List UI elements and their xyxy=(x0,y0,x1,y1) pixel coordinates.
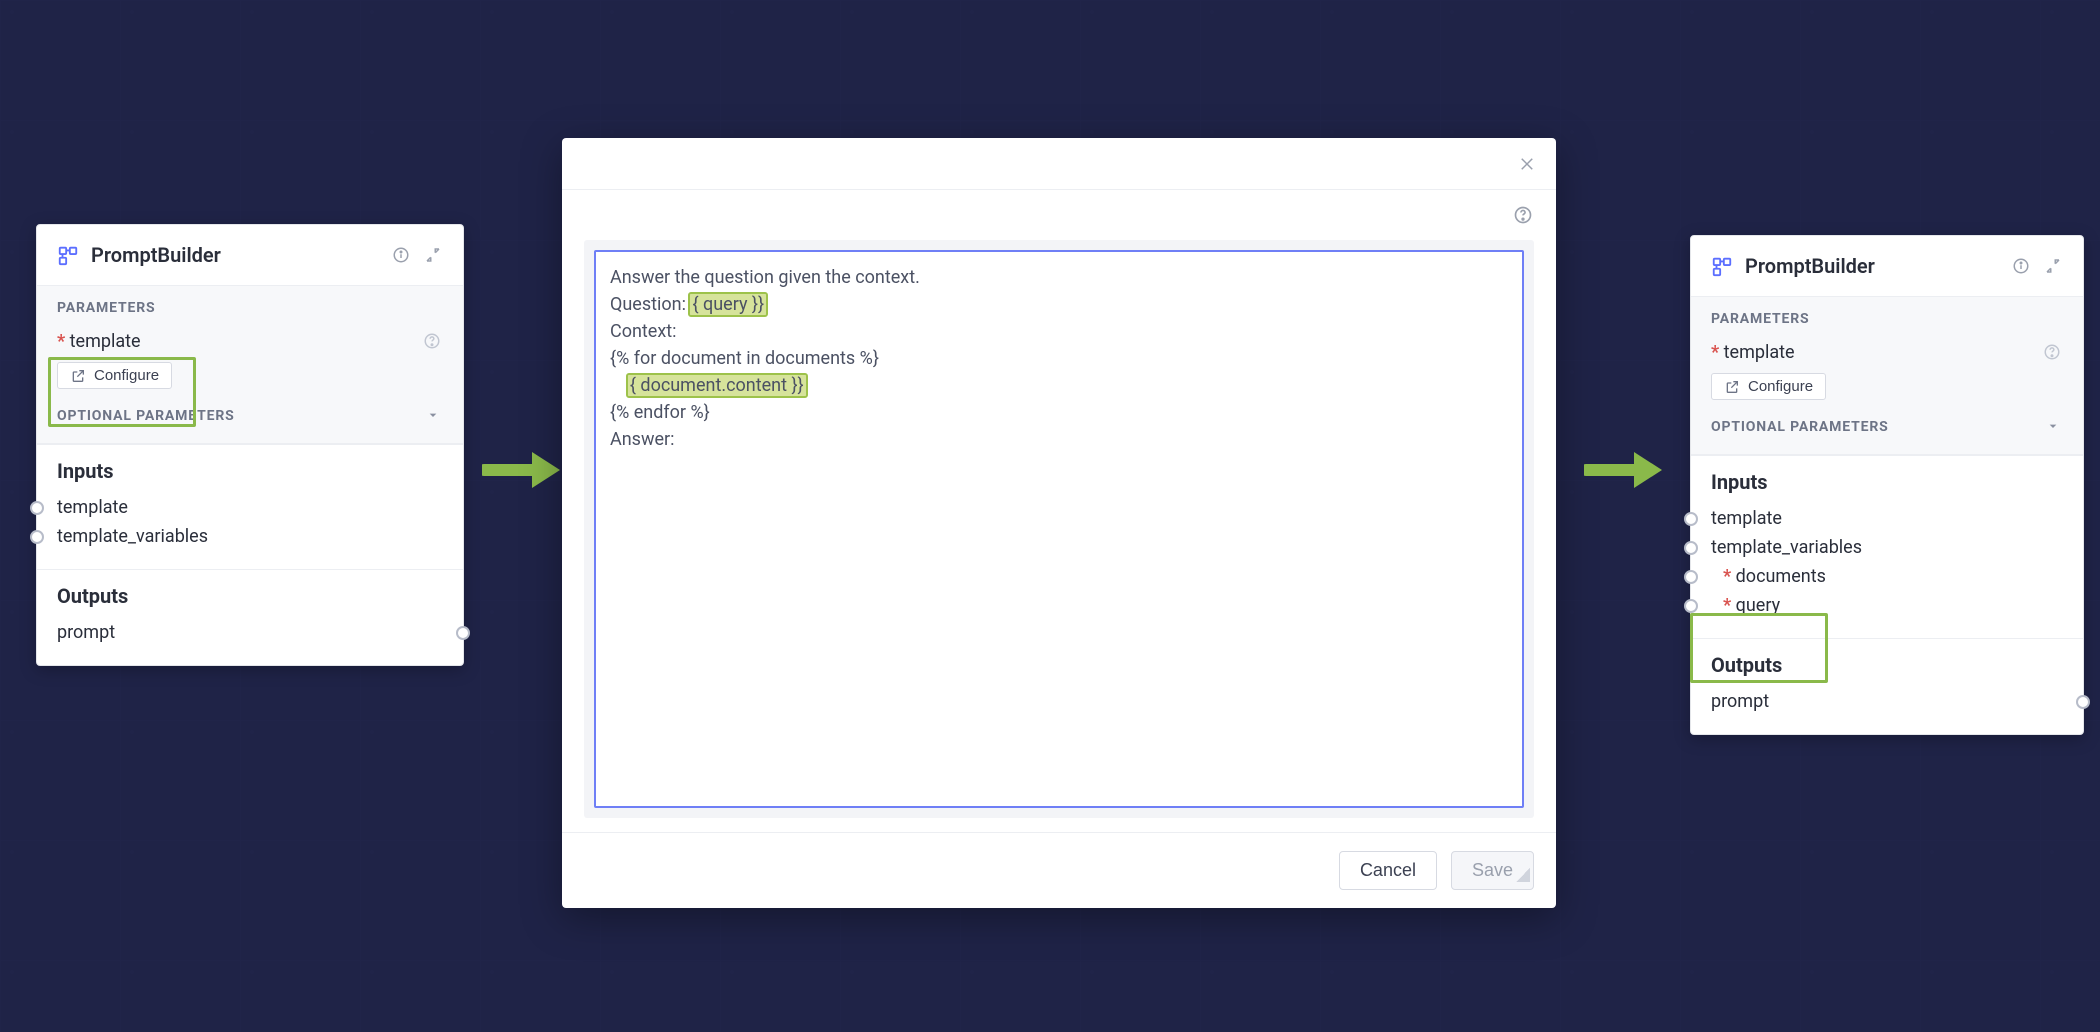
output-item[interactable]: prompt xyxy=(57,618,443,647)
output-port[interactable] xyxy=(456,626,470,640)
input-item-required[interactable]: documents xyxy=(1711,562,2063,591)
modal-titlebar xyxy=(562,138,1556,190)
param-template-row: template xyxy=(1711,341,2063,363)
inputs-section: Inputs template template_variables xyxy=(37,444,463,569)
flow-arrow-icon xyxy=(482,448,562,492)
editor-container: Answer the question given the context. Q… xyxy=(584,240,1534,818)
configure-button[interactable]: Configure xyxy=(57,362,172,389)
optional-parameters-label: OPTIONAL PARAMETERS xyxy=(1711,419,1889,435)
cancel-button[interactable]: Cancel xyxy=(1339,851,1437,890)
template-editor[interactable]: Answer the question given the context. Q… xyxy=(594,250,1524,808)
param-template-row: template xyxy=(57,330,443,352)
input-item[interactable]: template xyxy=(1711,504,2063,533)
editor-text xyxy=(610,375,628,396)
editor-text: {% endfor %} xyxy=(610,402,710,423)
inputs-section: Inputs template template_variables docum… xyxy=(1691,455,2083,638)
input-item[interactable]: template_variables xyxy=(57,522,443,551)
modal-footer: Cancel Save xyxy=(562,832,1556,908)
help-icon[interactable] xyxy=(1512,204,1534,226)
card-title: PromptBuilder xyxy=(1745,254,1875,278)
prompt-builder-card-after: PromptBuilder PARAMETERS template C xyxy=(1690,235,2084,735)
parameters-panel: PARAMETERS template Configure OPTIONAL P… xyxy=(37,285,463,444)
chevron-down-icon xyxy=(2045,418,2063,436)
card-title: PromptBuilder xyxy=(91,243,221,267)
outputs-section: Outputs prompt xyxy=(37,569,463,665)
param-template-label: template xyxy=(1711,342,1795,363)
editor-text: Answer the question given the context. xyxy=(610,267,920,288)
template-editor-modal: Answer the question given the context. Q… xyxy=(562,138,1556,908)
input-item[interactable]: template xyxy=(57,493,443,522)
outputs-heading: Outputs xyxy=(1711,653,2063,677)
param-help-icon[interactable] xyxy=(421,330,443,352)
parameters-heading: PARAMETERS xyxy=(57,300,443,316)
chevron-down-icon xyxy=(425,407,443,425)
template-variable-highlight: { document.content }} xyxy=(628,375,806,396)
external-link-icon xyxy=(70,368,86,384)
flow-arrow-icon xyxy=(1584,448,1664,492)
external-link-icon xyxy=(1724,379,1740,395)
node-type-icon xyxy=(1711,255,1733,277)
param-help-icon[interactable] xyxy=(2041,341,2063,363)
card-header: PromptBuilder xyxy=(1691,236,2083,296)
input-port[interactable] xyxy=(1684,541,1698,555)
prompt-builder-card-before: PromptBuilder PARAMETERS template C xyxy=(36,224,464,666)
node-type-icon xyxy=(57,244,79,266)
configure-button-label: Configure xyxy=(1748,378,1813,395)
input-item[interactable]: template_variables xyxy=(1711,533,2063,562)
collapse-icon[interactable] xyxy=(2043,256,2063,276)
outputs-heading: Outputs xyxy=(57,584,443,608)
editor-text: Context: xyxy=(610,321,677,342)
card-header: PromptBuilder xyxy=(37,225,463,285)
info-icon[interactable] xyxy=(391,245,411,265)
input-port[interactable] xyxy=(1684,570,1698,584)
outputs-section: Outputs prompt xyxy=(1691,638,2083,734)
inputs-heading: Inputs xyxy=(57,459,443,483)
configure-button[interactable]: Configure xyxy=(1711,373,1826,400)
input-port[interactable] xyxy=(1684,599,1698,613)
modal-toolbar xyxy=(562,190,1556,226)
template-variable-highlight: { query }} xyxy=(690,294,766,315)
collapse-icon[interactable] xyxy=(423,245,443,265)
resize-grip-icon[interactable] xyxy=(1516,868,1530,882)
configure-button-label: Configure xyxy=(94,367,159,384)
output-port[interactable] xyxy=(2076,695,2090,709)
info-icon[interactable] xyxy=(2011,256,2031,276)
input-item-required[interactable]: query xyxy=(1711,591,2063,620)
param-template-label: template xyxy=(57,331,141,352)
inputs-heading: Inputs xyxy=(1711,470,2063,494)
optional-parameters-row[interactable]: OPTIONAL PARAMETERS xyxy=(57,407,443,425)
close-icon[interactable] xyxy=(1516,153,1538,175)
editor-text: Answer: xyxy=(610,429,675,450)
input-port[interactable] xyxy=(30,530,44,544)
parameters-panel: PARAMETERS template Configure OPTIONAL P… xyxy=(1691,296,2083,455)
input-port[interactable] xyxy=(30,501,44,515)
optional-parameters-row[interactable]: OPTIONAL PARAMETERS xyxy=(1711,418,2063,436)
optional-parameters-label: OPTIONAL PARAMETERS xyxy=(57,408,235,424)
output-item[interactable]: prompt xyxy=(1711,687,2063,716)
editor-text: {% for document in documents %} xyxy=(610,348,879,369)
parameters-heading: PARAMETERS xyxy=(1711,311,2063,327)
input-port[interactable] xyxy=(1684,512,1698,526)
editor-text: Question: xyxy=(610,294,690,315)
